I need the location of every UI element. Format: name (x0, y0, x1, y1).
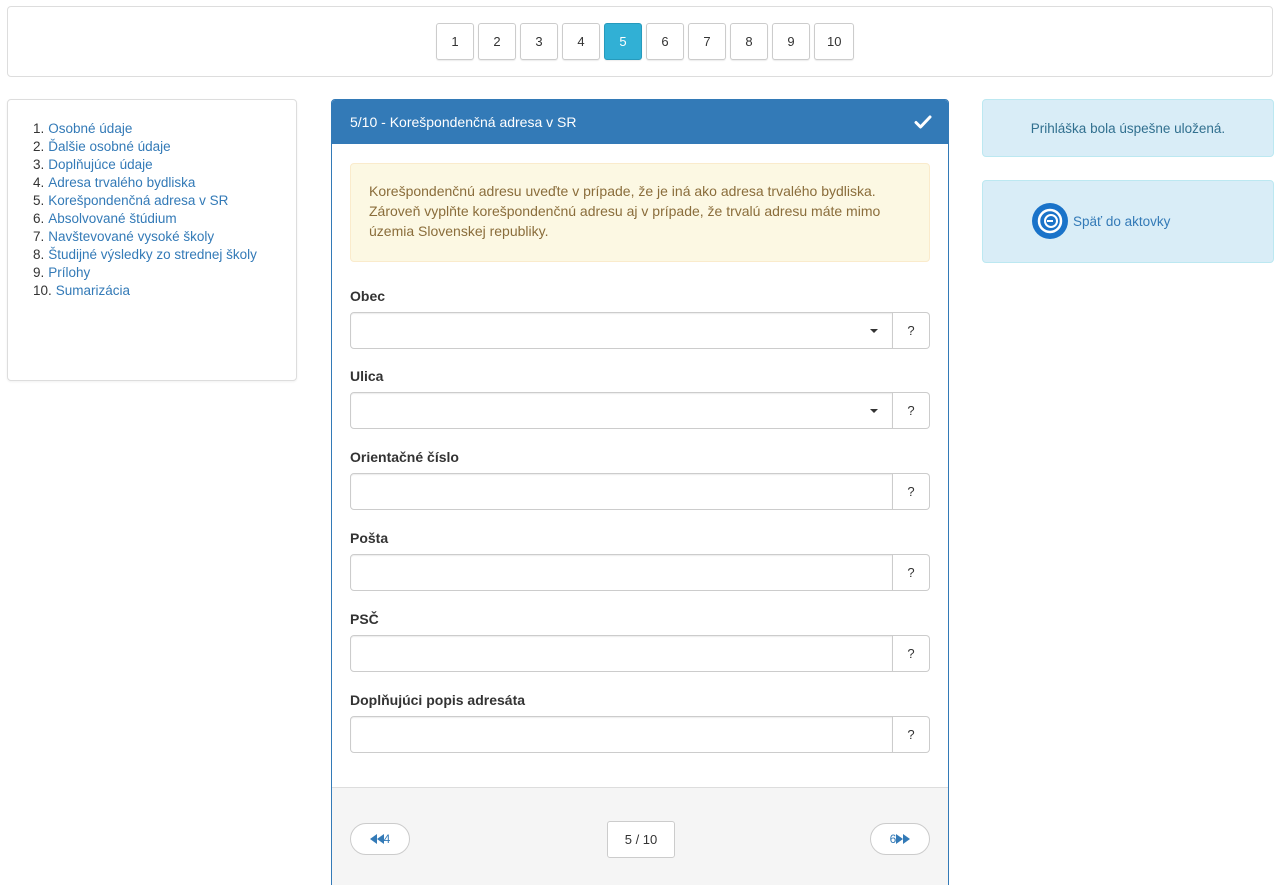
psc-help-button[interactable]: ? (893, 635, 930, 672)
nav-item-korespondencna-adresa: 5. Korešpondenčná adresa v SR (33, 192, 229, 210)
nav-link-absolvovane-studium[interactable]: Absolvované štúdium (48, 210, 176, 228)
section-nav: 1. Osobné údaje 2. Ďalšie osobné údaje 3. D… (7, 99, 297, 381)
step-button-3[interactable]: 3 (520, 23, 558, 60)
obec-select[interactable] (350, 312, 893, 349)
step-pagination: 1 2 3 4 5 6 7 8 9 10 (436, 23, 858, 60)
section-nav-list: 1. Osobné údaje 2. Ďalšie osobné údaje 3. D… (33, 120, 283, 300)
step-button-4[interactable]: 4 (562, 23, 600, 60)
previous-step-button[interactable]: 4 (350, 823, 410, 855)
ulica-select[interactable] (350, 392, 893, 429)
nav-link-studijne-vysledky[interactable]: Študijné výsledky zo strednej školy (48, 246, 257, 264)
page-indicator: 5 / 10 (607, 821, 675, 858)
psc-label: PSČ (350, 611, 379, 627)
posta-help-button[interactable]: ? (893, 554, 930, 591)
panel-title: 5/10 - Korešpondenčná adresa v SR (350, 114, 577, 130)
obec-help-button[interactable]: ? (893, 312, 930, 349)
step-pagination-bar: 1 2 3 4 5 6 7 8 9 10 (7, 6, 1273, 77)
nav-item-absolvovane-studium: 6. Absolvované štúdium (33, 210, 177, 228)
posta-label: Pošta (350, 530, 389, 546)
ulica-label: Ulica (350, 368, 384, 384)
checkmark-icon (914, 115, 932, 129)
posta-field-group: ? (350, 554, 930, 591)
orientacne-cislo-field-group: ? (350, 473, 930, 510)
psc-input[interactable] (350, 635, 893, 672)
nav-link-doplnujuce-udaje[interactable]: Doplňujúce údaje (48, 156, 152, 174)
psc-field-group: ? (350, 635, 930, 672)
nav-item-studijne-vysledky: 8. Študijné výsledky zo strednej školy (33, 246, 257, 264)
saved-success-alert: Prihláška bola úspešne uložená. (982, 99, 1274, 157)
doplnujuci-popis-label: Doplňujúci popis adresáta (350, 692, 526, 708)
info-alert: Korešpondenčnú adresu uveďte v prípade, … (350, 163, 930, 262)
back-to-briefcase-box: Späť do aktovky (982, 180, 1274, 263)
step-button-9[interactable]: 9 (772, 23, 810, 60)
step-button-10[interactable]: 10 (814, 23, 855, 60)
orientacne-cislo-label: Orientačné číslo (350, 449, 459, 465)
orientacne-cislo-input[interactable] (350, 473, 893, 510)
nav-link-adresa-trvaleho-bydliska[interactable]: Adresa trvalého bydliska (48, 174, 195, 192)
step-button-6[interactable]: 6 (646, 23, 684, 60)
chevron-down-icon (870, 409, 878, 413)
briefcase-return-icon (1032, 203, 1068, 239)
nav-link-navstevovane-vysoke-skoly[interactable]: Navštevované vysoké školy (48, 228, 214, 246)
obec-label: Obec (350, 288, 386, 304)
panel-footer: 4 5 / 10 6 (332, 787, 948, 885)
step-button-7[interactable]: 7 (688, 23, 726, 60)
panel-header: 5/10 - Korešpondenčná adresa v SR (332, 100, 948, 144)
step-button-2[interactable]: 2 (478, 23, 516, 60)
nav-link-korespondencna-adresa[interactable]: Korešpondenčná adresa v SR (48, 192, 228, 210)
nav-item-osobne-udaje: 1. Osobné údaje (33, 120, 133, 138)
doplnujuci-popis-help-button[interactable]: ? (893, 716, 930, 753)
double-arrow-right-icon (896, 834, 911, 844)
nav-item-navstevovane-vysoke-skoly: 7. Navštevované vysoké školy (33, 228, 215, 246)
orientacne-cislo-help-button[interactable]: ? (893, 473, 930, 510)
nav-item-prilohy: 9. Prílohy (33, 264, 91, 282)
nav-item-doplnujuce-udaje: 3. Doplňujúce údaje (33, 156, 153, 174)
ulica-help-button[interactable]: ? (893, 392, 930, 429)
nav-item-adresa-trvaleho-bydliska: 4. Adresa trvalého bydliska (33, 174, 196, 192)
nav-link-osobne-udaje[interactable]: Osobné údaje (48, 120, 132, 138)
nav-link-prilohy[interactable]: Prílohy (48, 264, 90, 282)
next-step-label: 6 (889, 832, 897, 846)
posta-input[interactable] (350, 554, 893, 591)
next-step-button[interactable]: 6 (870, 823, 930, 855)
nav-item-dalsie-osobne-udaje: 2. Ďalšie osobné údaje (33, 138, 171, 156)
double-arrow-left-icon (369, 834, 384, 844)
nav-link-sumarizacia[interactable]: Sumarizácia (56, 282, 130, 300)
step-button-8[interactable]: 8 (730, 23, 768, 60)
chevron-down-icon (870, 329, 878, 333)
step-button-1[interactable]: 1 (436, 23, 474, 60)
step-button-5-active[interactable]: 5 (604, 23, 642, 60)
doplnujuci-popis-field-group: ? (350, 716, 930, 753)
doplnujuci-popis-input[interactable] (350, 716, 893, 753)
form-panel: 5/10 - Korešpondenčná adresa v SR Korešp… (331, 99, 949, 885)
previous-step-label: 4 (383, 832, 391, 846)
obec-field-group: ? (350, 312, 930, 349)
back-to-briefcase-link[interactable]: Späť do aktovky (1031, 202, 1170, 240)
ulica-field-group: ? (350, 392, 930, 429)
nav-link-dalsie-osobne-udaje[interactable]: Ďalšie osobné údaje (48, 138, 170, 156)
back-to-briefcase-label: Späť do aktovky (1073, 213, 1171, 229)
nav-item-sumarizacia: 10. Sumarizácia (33, 282, 131, 300)
